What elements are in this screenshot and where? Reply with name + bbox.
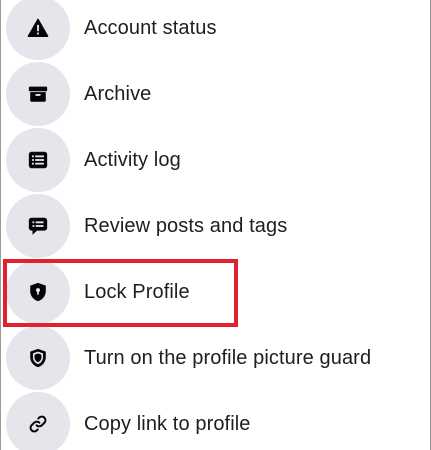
archive-box-icon (6, 62, 70, 126)
menu-item-activity-log[interactable]: Activity log (1, 127, 430, 193)
menu-item-copy-link[interactable]: Copy link to profile (1, 391, 430, 450)
warning-triangle-icon (6, 0, 70, 60)
shield-icon (6, 326, 70, 390)
menu-item-label: Archive (84, 82, 152, 105)
menu-item-label: Turn on the profile picture guard (84, 346, 372, 369)
menu-item-label: Copy link to profile (84, 412, 251, 435)
activity-list-icon (6, 128, 70, 192)
menu-item-account-status[interactable]: Account status (1, 0, 430, 61)
chat-bubble-icon (6, 194, 70, 258)
profile-options-menu: Account status Archive Activity log Revi… (1, 0, 430, 450)
menu-item-label: Review posts and tags (84, 214, 288, 237)
menu-item-label: Account status (84, 16, 217, 39)
menu-item-archive[interactable]: Archive (1, 61, 430, 127)
lock-shield-icon (6, 260, 70, 324)
menu-item-label: Activity log (84, 148, 181, 171)
link-chain-icon (6, 392, 70, 450)
menu-item-label: Lock Profile (84, 280, 190, 303)
menu-item-profile-picture-guard[interactable]: Turn on the profile picture guard (1, 325, 430, 391)
profile-settings-panel: Account status Archive Activity log Revi… (0, 0, 431, 450)
menu-item-review-posts-and-tags[interactable]: Review posts and tags (1, 193, 430, 259)
menu-item-lock-profile[interactable]: Lock Profile (1, 259, 430, 325)
